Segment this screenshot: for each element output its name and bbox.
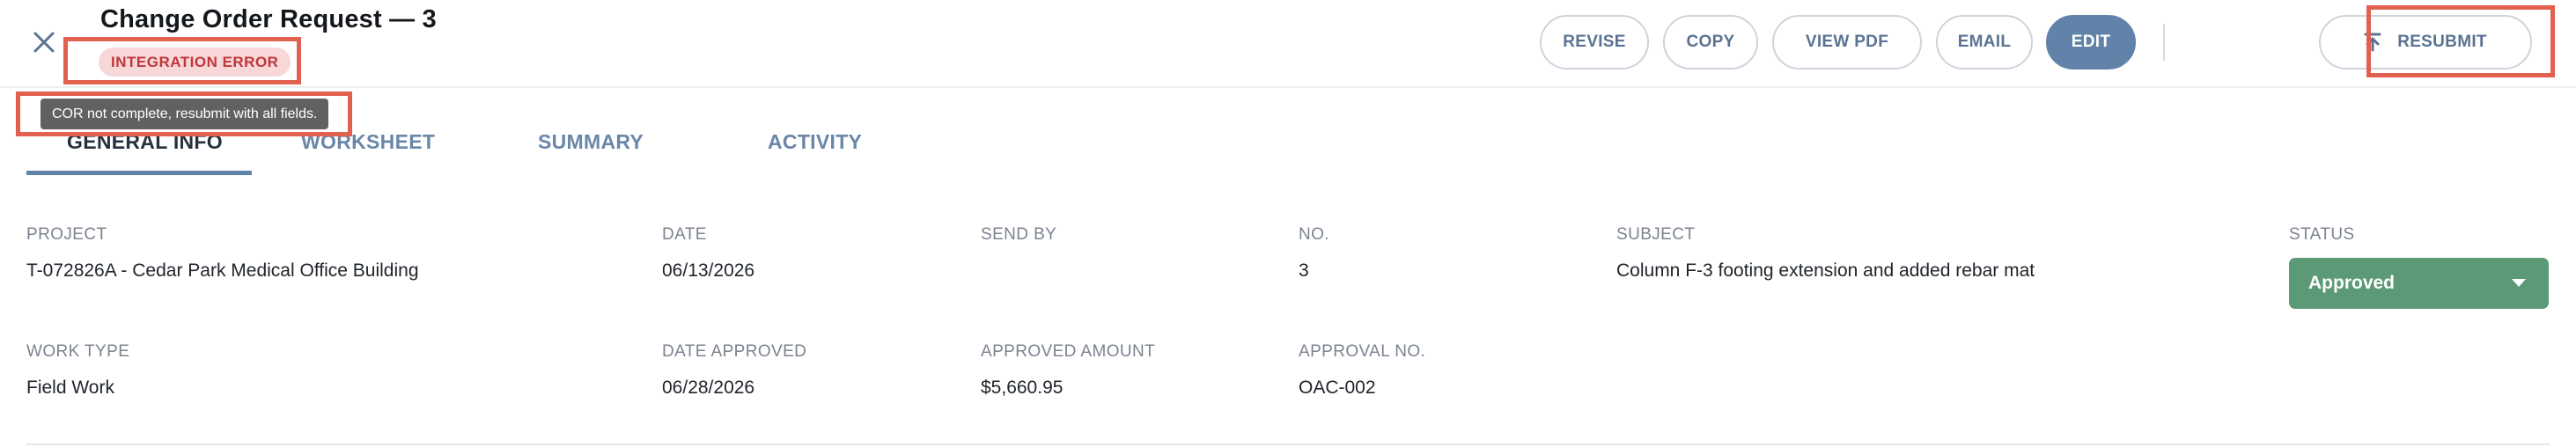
error-tooltip: COR not complete, resubmit with all fiel… — [40, 99, 329, 129]
date-value: 06/13/2026 — [662, 260, 755, 281]
approved-amount-label: APPROVED AMOUNT — [981, 342, 1156, 361]
resubmit-button[interactable]: RESUBMIT — [2319, 15, 2532, 70]
page-title: Change Order Request — 3 — [100, 5, 437, 33]
edit-button[interactable]: EDIT — [2046, 15, 2136, 70]
tab-activity[interactable]: ACTIVITY — [768, 130, 862, 154]
resubmit-label: RESUBMIT — [2397, 33, 2487, 51]
toolbar-divider — [2163, 24, 2165, 61]
tab-general-info[interactable]: GENERAL INFO — [67, 130, 223, 154]
approval-number-label: APPROVAL NO. — [1299, 342, 1426, 361]
send-by-label: SEND BY — [981, 225, 1057, 244]
view-pdf-button[interactable]: VIEW PDF — [1772, 15, 1922, 70]
caret-down-icon — [2512, 279, 2526, 287]
subject-label: SUBJECT — [1616, 225, 1696, 244]
status-dropdown[interactable]: Approved — [2289, 258, 2549, 309]
email-button[interactable]: EMAIL — [1936, 15, 2033, 70]
header-divider — [0, 86, 2576, 88]
number-value: 3 — [1299, 260, 1309, 281]
work-type-value: Field Work — [26, 377, 114, 398]
date-approved-value: 06/28/2026 — [662, 377, 755, 398]
status-value: Approved — [2308, 273, 2396, 293]
date-approved-label: DATE APPROVED — [662, 342, 807, 361]
work-type-label: WORK TYPE — [26, 342, 130, 361]
active-tab-indicator — [26, 171, 252, 175]
project-value: T-072826A - Cedar Park Medical Office Bu… — [26, 260, 419, 281]
close-icon — [33, 32, 55, 53]
date-label: DATE — [662, 225, 707, 244]
subject-value: Column F-3 footing extension and added r… — [1616, 260, 2035, 281]
tab-worksheet[interactable]: WORKSHEET — [301, 130, 435, 154]
number-label: NO. — [1299, 225, 1329, 244]
tab-summary[interactable]: SUMMARY — [538, 130, 644, 154]
project-label: PROJECT — [26, 225, 107, 244]
revise-button[interactable]: REVISE — [1540, 15, 1649, 70]
status-badge: INTEGRATION ERROR — [99, 48, 291, 77]
copy-button[interactable]: COPY — [1663, 15, 1758, 70]
upload-icon — [2364, 33, 2381, 52]
status-label: STATUS — [2289, 225, 2355, 244]
close-button[interactable] — [26, 25, 62, 60]
approval-number-value: OAC-002 — [1299, 377, 1376, 398]
approved-amount-value: $5,660.95 — [981, 377, 1064, 398]
section-divider — [26, 443, 2550, 445]
